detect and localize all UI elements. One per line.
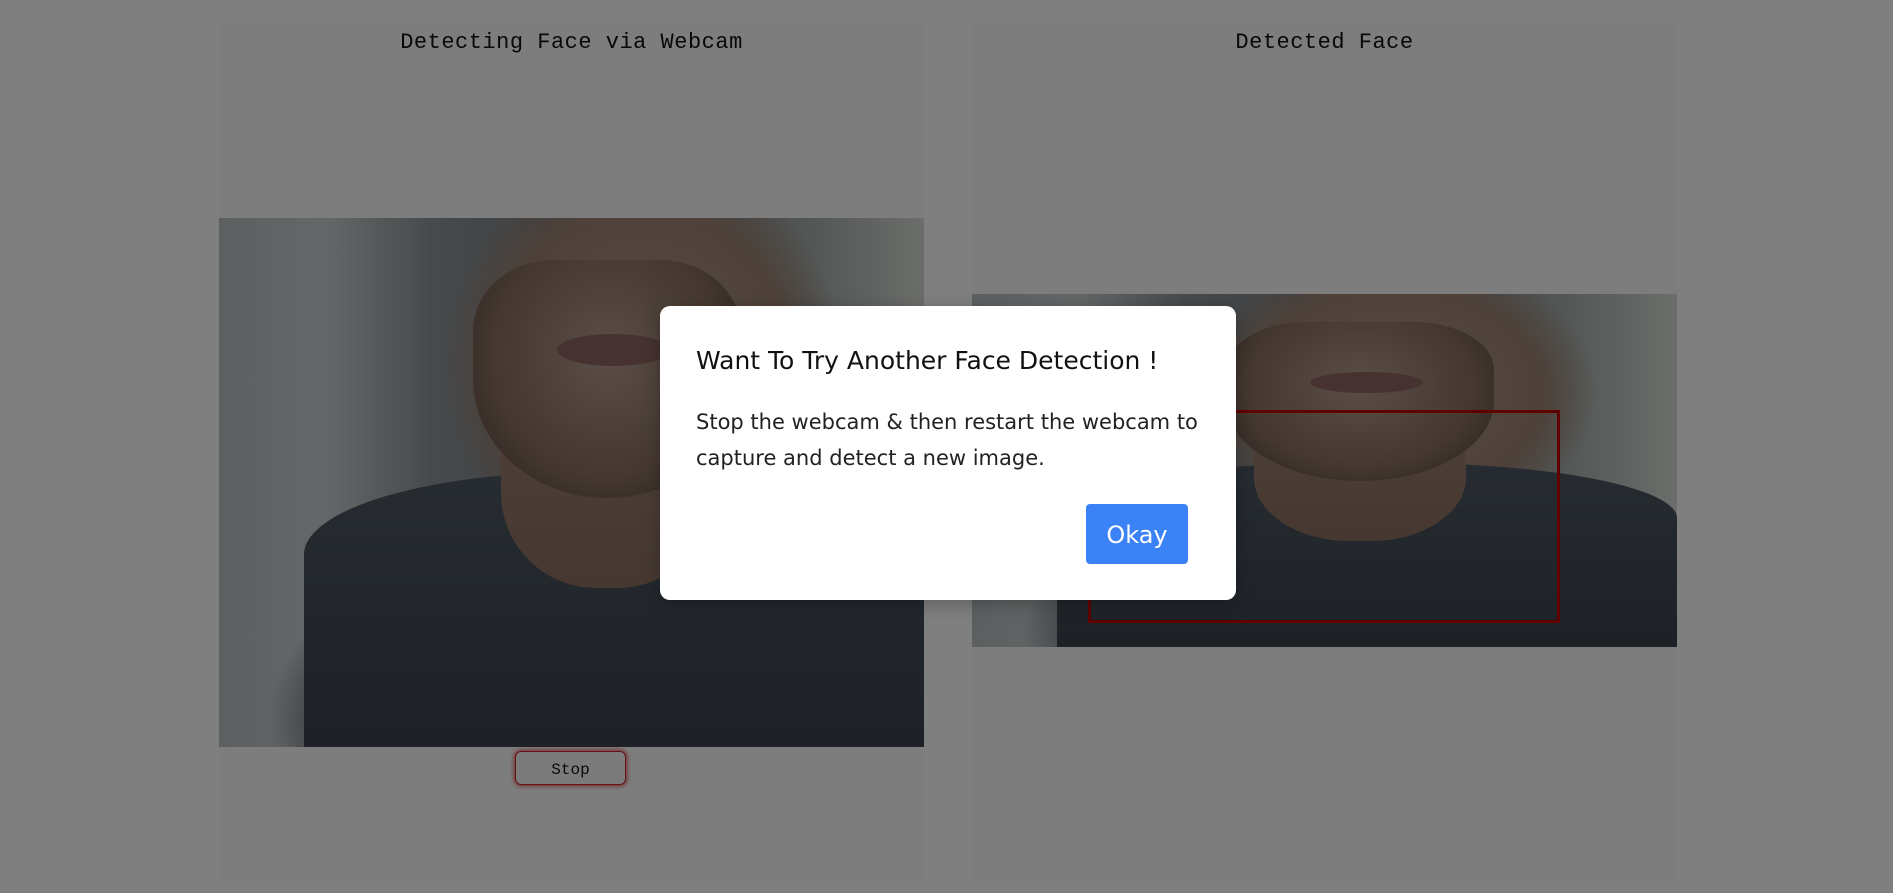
app-stage: Detecting Face via Webcam Detected Face … [0,0,1893,893]
dialog-message: Stop the webcam & then restart the webca… [696,410,1198,470]
try-again-dialog: Want To Try Another Face Detection ! Sto… [660,306,1236,600]
dialog-title: Want To Try Another Face Detection ! [696,346,1159,375]
okay-button[interactable]: Okay [1086,504,1188,564]
